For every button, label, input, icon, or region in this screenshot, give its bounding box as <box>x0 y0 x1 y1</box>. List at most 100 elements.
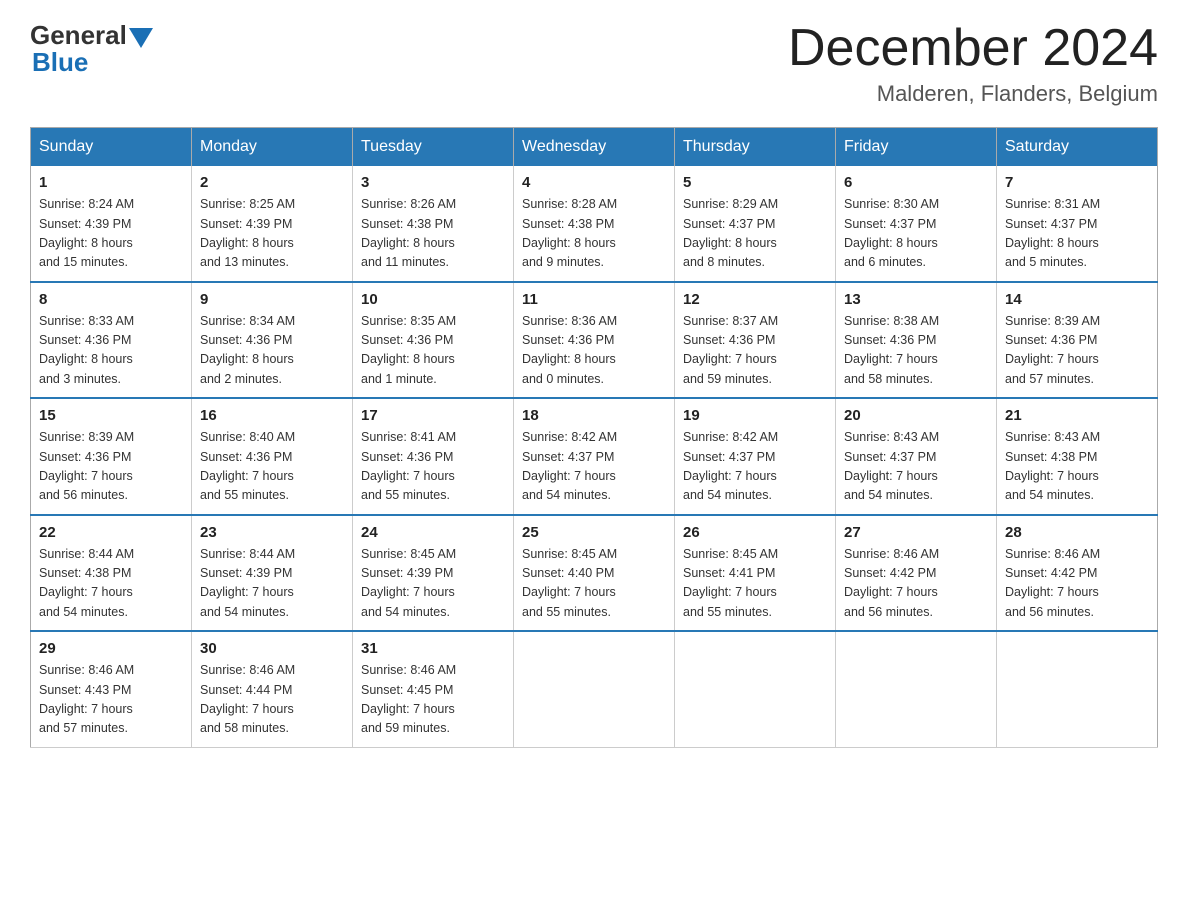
col-thursday: Thursday <box>675 128 836 167</box>
day-info: Sunrise: 8:46 AM Sunset: 4:43 PM Dayligh… <box>39 661 183 739</box>
calendar-cell <box>675 631 836 747</box>
calendar-cell: 31 Sunrise: 8:46 AM Sunset: 4:45 PM Dayli… <box>353 631 514 747</box>
calendar-cell: 27 Sunrise: 8:46 AM Sunset: 4:42 PM Dayli… <box>836 515 997 632</box>
col-monday: Monday <box>192 128 353 167</box>
calendar-week-3: 15 Sunrise: 8:39 AM Sunset: 4:36 PM Dayli… <box>31 398 1158 515</box>
day-number: 26 <box>683 524 827 541</box>
day-info: Sunrise: 8:41 AM Sunset: 4:36 PM Dayligh… <box>361 428 505 506</box>
calendar-cell: 6 Sunrise: 8:30 AM Sunset: 4:37 PM Daylig… <box>836 166 997 282</box>
calendar-cell: 7 Sunrise: 8:31 AM Sunset: 4:37 PM Daylig… <box>997 166 1158 282</box>
day-info: Sunrise: 8:30 AM Sunset: 4:37 PM Dayligh… <box>844 195 988 273</box>
day-info: Sunrise: 8:46 AM Sunset: 4:45 PM Dayligh… <box>361 661 505 739</box>
day-number: 28 <box>1005 524 1149 541</box>
day-number: 5 <box>683 174 827 191</box>
calendar-cell: 14Sunrise: 8:39 AM Sunset: 4:36 PM Dayli… <box>997 282 1158 399</box>
day-number: 11 <box>522 291 666 308</box>
col-sunday: Sunday <box>31 128 192 167</box>
location-subtitle: Malderen, Flanders, Belgium <box>788 81 1158 107</box>
calendar-cell: 28 Sunrise: 8:46 AM Sunset: 4:42 PM Dayli… <box>997 515 1158 632</box>
col-tuesday: Tuesday <box>353 128 514 167</box>
day-info: Sunrise: 8:43 AM Sunset: 4:37 PM Dayligh… <box>844 428 988 506</box>
calendar-week-2: 8Sunrise: 8:33 AM Sunset: 4:36 PM Daylig… <box>31 282 1158 399</box>
calendar-cell: 9 Sunrise: 8:34 AM Sunset: 4:36 PM Daylig… <box>192 282 353 399</box>
day-number: 29 <box>39 640 183 657</box>
day-number: 20 <box>844 407 988 424</box>
day-info: Sunrise: 8:34 AM Sunset: 4:36 PM Dayligh… <box>200 312 344 390</box>
day-number: 1 <box>39 174 183 191</box>
day-number: 9 <box>200 291 344 308</box>
day-number: 21 <box>1005 407 1149 424</box>
calendar-week-4: 22Sunrise: 8:44 AM Sunset: 4:38 PM Dayli… <box>31 515 1158 632</box>
calendar-cell: 24 Sunrise: 8:45 AM Sunset: 4:39 PM Dayli… <box>353 515 514 632</box>
calendar-cell: 2Sunrise: 8:25 AM Sunset: 4:39 PM Daylig… <box>192 166 353 282</box>
day-info: Sunrise: 8:26 AM Sunset: 4:38 PM Dayligh… <box>361 195 505 273</box>
day-info: Sunrise: 8:24 AM Sunset: 4:39 PM Dayligh… <box>39 195 183 273</box>
calendar-cell: 21 Sunrise: 8:43 AM Sunset: 4:38 PM Dayli… <box>997 398 1158 515</box>
day-number: 23 <box>200 524 344 541</box>
logo-blue-text: Blue <box>32 47 88 78</box>
day-info: Sunrise: 8:37 AM Sunset: 4:36 PM Dayligh… <box>683 312 827 390</box>
day-info: Sunrise: 8:45 AM Sunset: 4:40 PM Dayligh… <box>522 545 666 623</box>
day-info: Sunrise: 8:39 AM Sunset: 4:36 PM Dayligh… <box>1005 312 1149 390</box>
day-info: Sunrise: 8:38 AM Sunset: 4:36 PM Dayligh… <box>844 312 988 390</box>
day-number: 7 <box>1005 174 1149 191</box>
calendar-header-row: Sunday Monday Tuesday Wednesday Thursday… <box>31 128 1158 167</box>
calendar-cell: 12 Sunrise: 8:37 AM Sunset: 4:36 PM Dayli… <box>675 282 836 399</box>
day-info: Sunrise: 8:31 AM Sunset: 4:37 PM Dayligh… <box>1005 195 1149 273</box>
calendar-cell: 19 Sunrise: 8:42 AM Sunset: 4:37 PM Dayli… <box>675 398 836 515</box>
calendar-cell: 16 Sunrise: 8:40 AM Sunset: 4:36 PM Dayli… <box>192 398 353 515</box>
day-number: 3 <box>361 174 505 191</box>
calendar-week-5: 29 Sunrise: 8:46 AM Sunset: 4:43 PM Dayli… <box>31 631 1158 747</box>
day-info: Sunrise: 8:45 AM Sunset: 4:41 PM Dayligh… <box>683 545 827 623</box>
day-number: 8 <box>39 291 183 308</box>
calendar-cell: 1 Sunrise: 8:24 AM Sunset: 4:39 PM Daylig… <box>31 166 192 282</box>
day-info: Sunrise: 8:46 AM Sunset: 4:42 PM Dayligh… <box>844 545 988 623</box>
day-info: Sunrise: 8:44 AM Sunset: 4:39 PM Dayligh… <box>200 545 344 623</box>
day-number: 12 <box>683 291 827 308</box>
calendar-cell: 29 Sunrise: 8:46 AM Sunset: 4:43 PM Dayli… <box>31 631 192 747</box>
calendar-cell: 5 Sunrise: 8:29 AM Sunset: 4:37 PM Daylig… <box>675 166 836 282</box>
col-saturday: Saturday <box>997 128 1158 167</box>
day-number: 2 <box>200 174 344 191</box>
calendar-cell: 3 Sunrise: 8:26 AM Sunset: 4:38 PM Daylig… <box>353 166 514 282</box>
day-number: 15 <box>39 407 183 424</box>
day-info: Sunrise: 8:43 AM Sunset: 4:38 PM Dayligh… <box>1005 428 1149 506</box>
day-number: 6 <box>844 174 988 191</box>
month-year-title: December 2024 <box>788 20 1158 77</box>
day-number: 16 <box>200 407 344 424</box>
col-wednesday: Wednesday <box>514 128 675 167</box>
day-number: 19 <box>683 407 827 424</box>
col-friday: Friday <box>836 128 997 167</box>
day-number: 10 <box>361 291 505 308</box>
calendar-cell: 22Sunrise: 8:44 AM Sunset: 4:38 PM Dayli… <box>31 515 192 632</box>
calendar-cell: 30Sunrise: 8:46 AM Sunset: 4:44 PM Dayli… <box>192 631 353 747</box>
day-info: Sunrise: 8:42 AM Sunset: 4:37 PM Dayligh… <box>522 428 666 506</box>
calendar-cell: 8Sunrise: 8:33 AM Sunset: 4:36 PM Daylig… <box>31 282 192 399</box>
calendar-cell <box>836 631 997 747</box>
day-number: 17 <box>361 407 505 424</box>
day-number: 13 <box>844 291 988 308</box>
calendar-cell: 26 Sunrise: 8:45 AM Sunset: 4:41 PM Dayli… <box>675 515 836 632</box>
calendar-week-1: 1 Sunrise: 8:24 AM Sunset: 4:39 PM Daylig… <box>31 166 1158 282</box>
logo: General Blue <box>30 20 155 78</box>
day-info: Sunrise: 8:42 AM Sunset: 4:37 PM Dayligh… <box>683 428 827 506</box>
day-info: Sunrise: 8:28 AM Sunset: 4:38 PM Dayligh… <box>522 195 666 273</box>
day-info: Sunrise: 8:46 AM Sunset: 4:42 PM Dayligh… <box>1005 545 1149 623</box>
day-number: 31 <box>361 640 505 657</box>
calendar-cell <box>514 631 675 747</box>
day-info: Sunrise: 8:39 AM Sunset: 4:36 PM Dayligh… <box>39 428 183 506</box>
day-info: Sunrise: 8:40 AM Sunset: 4:36 PM Dayligh… <box>200 428 344 506</box>
logo-triangle-icon <box>129 28 153 48</box>
day-info: Sunrise: 8:29 AM Sunset: 4:37 PM Dayligh… <box>683 195 827 273</box>
day-number: 27 <box>844 524 988 541</box>
day-number: 24 <box>361 524 505 541</box>
day-info: Sunrise: 8:45 AM Sunset: 4:39 PM Dayligh… <box>361 545 505 623</box>
calendar-cell: 15 Sunrise: 8:39 AM Sunset: 4:36 PM Dayli… <box>31 398 192 515</box>
title-area: December 2024 Malderen, Flanders, Belgiu… <box>788 20 1158 107</box>
calendar-cell: 13 Sunrise: 8:38 AM Sunset: 4:36 PM Dayli… <box>836 282 997 399</box>
calendar-cell: 20 Sunrise: 8:43 AM Sunset: 4:37 PM Dayli… <box>836 398 997 515</box>
calendar-cell: 17 Sunrise: 8:41 AM Sunset: 4:36 PM Dayli… <box>353 398 514 515</box>
day-info: Sunrise: 8:46 AM Sunset: 4:44 PM Dayligh… <box>200 661 344 739</box>
day-number: 18 <box>522 407 666 424</box>
day-info: Sunrise: 8:36 AM Sunset: 4:36 PM Dayligh… <box>522 312 666 390</box>
